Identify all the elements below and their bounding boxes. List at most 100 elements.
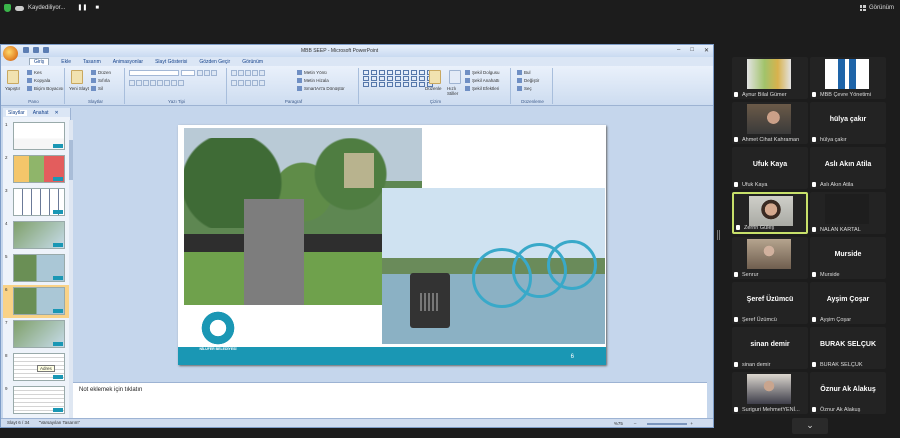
participant-tile[interactable]: sinan demir sinan demir — [732, 327, 808, 369]
participant-tile[interactable]: Zerrin Güleş — [732, 192, 808, 234]
tab-insert[interactable]: Ekle — [61, 59, 71, 65]
participant-name-label: NALAN KARTAL — [820, 227, 861, 233]
minimize-icon[interactable]: – — [677, 47, 680, 54]
shadow-icon[interactable] — [157, 80, 163, 86]
participant-tile[interactable]: Suriguri MehmetYENİ... — [732, 372, 808, 414]
chevron-down-icon[interactable]: ⌄ — [792, 418, 828, 434]
slide-thumb[interactable]: 7 — [3, 318, 69, 351]
close-pane-icon[interactable]: ✕ — [55, 110, 59, 116]
tab-view[interactable]: Görünüm — [242, 59, 263, 65]
new-slide-button[interactable]: Yeni Slayt — [69, 86, 89, 91]
columns-icon[interactable] — [259, 80, 265, 86]
format-painter-button[interactable]: Biçim Boyacısı — [27, 86, 64, 91]
justify-icon[interactable] — [252, 80, 258, 86]
strikethrough-icon[interactable] — [150, 80, 156, 86]
tab-slides[interactable]: Slaytlar — [6, 109, 27, 116]
increase-indent-icon[interactable] — [252, 70, 258, 76]
decrease-indent-icon[interactable] — [245, 70, 251, 76]
close-icon[interactable]: ✕ — [704, 47, 709, 54]
participant-tile[interactable]: Senrur — [732, 237, 808, 279]
zoom-in-icon[interactable]: + — [690, 420, 693, 427]
align-right-icon[interactable] — [245, 80, 251, 86]
arrange-button[interactable]: Düzenle — [425, 86, 442, 91]
arrange-icon[interactable] — [429, 70, 441, 84]
underline-icon[interactable] — [143, 80, 149, 86]
slide-thumb-selected[interactable]: 6 — [3, 285, 69, 318]
current-slide[interactable]: 6 NİLÜFER BELEDİYESİ — [178, 125, 606, 365]
tab-design[interactable]: Tasarım — [83, 59, 101, 65]
bold-icon[interactable] — [129, 80, 135, 86]
maximize-icon[interactable]: □ — [690, 47, 694, 54]
pause-icon[interactable]: ❚❚ — [77, 5, 87, 11]
participant-tile[interactable]: Ahmet Cihat Kahraman — [732, 102, 808, 144]
save-icon[interactable] — [23, 47, 29, 53]
spacing-icon[interactable] — [164, 80, 170, 86]
stop-icon[interactable]: ■ — [95, 5, 101, 11]
participant-tile[interactable]: hülya çakır hülya çakır — [810, 102, 886, 144]
text-direction-button[interactable]: Metin Yönü — [297, 70, 327, 75]
line-spacing-icon[interactable] — [259, 70, 265, 76]
tab-home[interactable]: Giriş — [29, 58, 50, 65]
shape-outline-button[interactable]: Şekil Anahattı — [465, 78, 500, 83]
slide-thumb[interactable]: 2 — [3, 153, 69, 186]
shape-effects-button[interactable]: Şekil Efektleri — [465, 86, 499, 91]
numbering-icon[interactable] — [238, 70, 244, 76]
sidebar-resize-handle[interactable] — [717, 230, 720, 240]
slide-thumb[interactable]: 8 — [3, 351, 69, 384]
shape-fill-button[interactable]: Şekil Dolgusu — [465, 70, 500, 75]
cut-button[interactable]: Kes — [27, 70, 42, 75]
delete-button[interactable]: Sil — [91, 86, 103, 91]
replace-button[interactable]: Değiştir — [517, 78, 539, 83]
shrink-font-icon[interactable] — [204, 70, 210, 76]
slide-thumb[interactable]: 4 — [3, 219, 69, 252]
zoom-slider[interactable] — [647, 423, 688, 425]
participant-tile[interactable]: Aynur Bilal Gümer — [732, 57, 808, 99]
align-center-icon[interactable] — [238, 80, 244, 86]
quick-styles-icon[interactable] — [449, 70, 461, 84]
participant-tile[interactable]: BURAK SELÇUK BURAK SELÇUK — [810, 327, 886, 369]
font-size-field[interactable] — [181, 70, 195, 76]
slide-thumb[interactable]: 9 — [3, 384, 69, 417]
tab-review[interactable]: Gözden Geçir — [199, 59, 230, 65]
slide-thumb[interactable]: 1 — [3, 120, 69, 153]
clear-format-icon[interactable] — [211, 70, 217, 76]
notes-pane[interactable]: Not eklemek için tıklatın — [73, 382, 707, 420]
font-name-field[interactable] — [129, 70, 179, 76]
italic-icon[interactable] — [136, 80, 142, 86]
tab-animations[interactable]: Animasyonlar — [113, 59, 143, 65]
font-color-icon[interactable] — [178, 80, 184, 86]
participant-tile[interactable]: Ayşim Çoşar Ayşim Çoşar — [810, 282, 886, 324]
participant-tile[interactable]: Ufuk Kaya Ufuk Kaya — [732, 147, 808, 189]
select-button[interactable]: Seç — [517, 86, 532, 91]
zoom-out-icon[interactable]: – — [634, 420, 637, 427]
grow-font-icon[interactable] — [197, 70, 203, 76]
copy-button[interactable]: Kopyala — [27, 78, 50, 83]
shapes-gallery[interactable] — [363, 70, 434, 87]
quick-styles-button[interactable]: Hızlı Stiller — [447, 86, 465, 96]
undo-icon[interactable] — [33, 47, 39, 53]
participant-tile[interactable]: Öznur Ak Alakuş Öznur Ak Alakuş — [810, 372, 886, 414]
align-left-icon[interactable] — [231, 80, 237, 86]
participant-tile[interactable]: NALAN KARTAL — [810, 192, 886, 234]
office-button-icon[interactable] — [3, 46, 18, 61]
new-slide-icon[interactable] — [71, 70, 83, 84]
participant-tile[interactable]: Murside Murside — [810, 237, 886, 279]
participant-tile[interactable]: MBB Çevre Yönetimi — [810, 57, 886, 99]
tab-outline[interactable]: Anahat — [33, 110, 49, 116]
participant-tile[interactable]: Aslı Akın Atila Aslı Akın Atila — [810, 147, 886, 189]
paste-icon[interactable] — [7, 70, 19, 84]
slide-thumb[interactable]: 5 — [3, 252, 69, 285]
smartart-button[interactable]: SmartArt'a Dönüştür — [297, 86, 345, 91]
case-icon[interactable] — [171, 80, 177, 86]
view-button[interactable]: Görünüm — [859, 5, 894, 11]
align-text-button[interactable]: Metin Hizala — [297, 78, 329, 83]
tab-slideshow[interactable]: Slayt Gösterisi — [155, 59, 187, 65]
bullets-icon[interactable] — [231, 70, 237, 76]
redo-icon[interactable] — [43, 47, 49, 53]
reset-button[interactable]: Sıfırla — [91, 78, 110, 83]
slide-thumb[interactable]: 3 — [3, 186, 69, 219]
participant-tile[interactable]: Şeref Üzümcü Şeref Üzümcü — [732, 282, 808, 324]
layout-button[interactable]: Düzen — [91, 70, 111, 75]
paste-button[interactable]: Yapıştır — [5, 86, 20, 91]
find-button[interactable]: Bul — [517, 70, 531, 75]
